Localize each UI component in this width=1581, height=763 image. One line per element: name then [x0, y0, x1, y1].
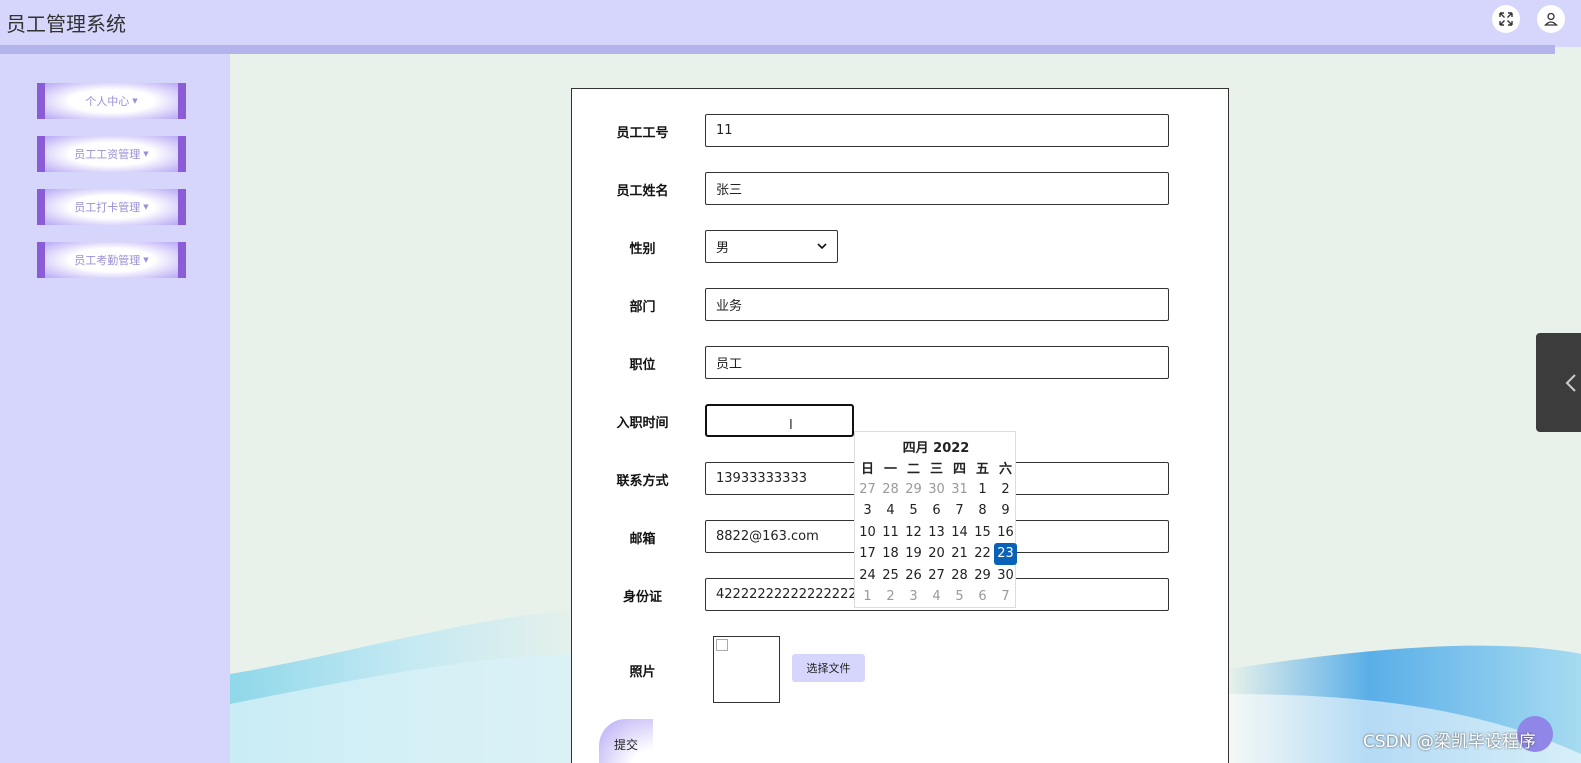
calendar-day[interactable]: 30 — [994, 565, 1017, 587]
watermark: CSDN @梁凯毕设程序 — [1363, 732, 1536, 752]
submit-button[interactable]: 提交 — [599, 719, 653, 763]
sidebar-item-label: 员工考勤管理 — [74, 254, 141, 267]
calendar-day[interactable]: 1 — [856, 586, 879, 608]
chevron-down-icon — [817, 243, 827, 250]
choose-file-button[interactable]: 选择文件 — [792, 654, 865, 682]
calendar-day[interactable]: 2 — [994, 479, 1017, 501]
caret-down-icon: ▼ — [143, 150, 149, 158]
calendar-day[interactable]: 4 — [879, 500, 902, 522]
calendar-day[interactable]: 5 — [902, 500, 925, 522]
calendar-day[interactable]: 12 — [902, 522, 925, 544]
calendar-weekday: 四 — [952, 462, 966, 478]
calendar-day[interactable]: 13 — [925, 522, 948, 544]
position-input[interactable]: 员工 — [705, 346, 1169, 379]
emp-no-input[interactable]: 11 — [705, 114, 1169, 147]
expand-icon[interactable] — [1492, 5, 1520, 33]
calendar-day[interactable]: 29 — [902, 479, 925, 501]
sidebar-item-salary[interactable]: 员工工资管理 ▼ — [37, 136, 186, 172]
calendar-day[interactable]: 26 — [902, 565, 925, 587]
calendar-day[interactable]: 4 — [925, 586, 948, 608]
employee-form: 员工工号 11 员工姓名 张三 性别 男 部门 业务 职位 员工 入职时间 I … — [571, 88, 1229, 763]
calendar-day[interactable]: 30 — [925, 479, 948, 501]
calendar-day[interactable]: 7 — [994, 586, 1017, 608]
label-phone: 联系方式 — [616, 474, 669, 489]
calendar-weekday: 日 — [860, 462, 874, 478]
sidebar-item-attendance[interactable]: 员工考勤管理 ▼ — [37, 242, 186, 278]
sidebar-item-label: 员工打卡管理 — [74, 201, 141, 214]
calendar-day[interactable]: 27 — [856, 479, 879, 501]
calendar-day[interactable]: 6 — [925, 500, 948, 522]
calendar-day[interactable]: 27 — [925, 565, 948, 587]
department-input[interactable]: 业务 — [705, 288, 1169, 321]
calendar-day[interactable]: 11 — [879, 522, 902, 544]
calendar-weekday: 六 — [998, 462, 1012, 478]
sidebar-item-label: 员工工资管理 — [74, 148, 141, 161]
calendar-day[interactable]: 2 — [879, 586, 902, 608]
label-photo: 照片 — [629, 665, 656, 680]
calendar-day[interactable]: 10 — [856, 522, 879, 544]
label-position: 职位 — [629, 358, 656, 373]
calendar-month-title: 四月 2022 — [902, 441, 970, 456]
calendar-day[interactable]: 3 — [856, 500, 879, 522]
calendar-day[interactable]: 28 — [948, 565, 971, 587]
calendar-day[interactable]: 29 — [971, 565, 994, 587]
calendar-day[interactable]: 15 — [971, 522, 994, 544]
gender-value: 男 — [716, 241, 730, 256]
caret-down-icon: ▼ — [143, 203, 149, 211]
name-input[interactable]: 张三 — [705, 172, 1169, 205]
calendar-day[interactable]: 1 — [971, 479, 994, 501]
label-hire-date: 入职时间 — [616, 416, 669, 431]
caret-down-icon: ▼ — [143, 256, 149, 264]
caret-down-icon: ▼ — [132, 97, 138, 105]
photo-preview — [713, 636, 780, 703]
sidebar: 个人中心 ▼ 员工工资管理 ▼ 员工打卡管理 ▼ 员工考勤管理 ▼ — [0, 54, 230, 763]
calendar-day[interactable]: 17 — [856, 543, 879, 565]
chevron-left-icon — [1565, 373, 1576, 392]
calendar-weekday: 一 — [883, 462, 897, 478]
label-gender: 性别 — [629, 242, 656, 257]
sidebar-item-clock-in[interactable]: 员工打卡管理 ▼ — [37, 189, 186, 225]
label-name: 员工姓名 — [616, 184, 669, 199]
calendar-day[interactable]: 3 — [902, 586, 925, 608]
calendar-weekday: 五 — [975, 462, 989, 478]
calendar-day[interactable]: 22 — [971, 543, 994, 565]
calendar-weekday: 三 — [929, 462, 943, 478]
hire-date-input[interactable]: I — [705, 404, 854, 437]
gender-select[interactable]: 男 — [705, 230, 838, 263]
sidebar-item-label: 个人中心 — [85, 95, 130, 108]
calendar-day[interactable]: 24 — [856, 565, 879, 587]
calendar-day[interactable]: 28 — [879, 479, 902, 501]
calendar-day[interactable]: 16 — [994, 522, 1017, 544]
calendar-day[interactable]: 8 — [971, 500, 994, 522]
calendar-day[interactable]: 23 — [994, 543, 1017, 565]
label-email: 邮箱 — [629, 532, 656, 547]
top-bar-divider — [0, 45, 1555, 54]
broken-image-icon — [716, 639, 728, 651]
calendar-day[interactable]: 7 — [948, 500, 971, 522]
calendar-day[interactable]: 25 — [879, 565, 902, 587]
calendar-day[interactable]: 20 — [925, 543, 948, 565]
label-department: 部门 — [629, 300, 656, 315]
calendar-day[interactable]: 5 — [948, 586, 971, 608]
user-icon[interactable] — [1537, 5, 1565, 33]
calendar-day[interactable]: 6 — [971, 586, 994, 608]
label-id-card: 身份证 — [622, 590, 662, 605]
calendar-day[interactable]: 21 — [948, 543, 971, 565]
label-emp-no: 员工工号 — [616, 126, 669, 141]
calendar-weekday: 二 — [906, 462, 920, 478]
text-cursor-icon: I — [789, 418, 793, 433]
calendar-day[interactable]: 18 — [879, 543, 902, 565]
app-title: 员工管理系统 — [6, 12, 126, 36]
sidebar-item-personal-center[interactable]: 个人中心 ▼ — [37, 83, 186, 119]
calendar-day[interactable]: 19 — [902, 543, 925, 565]
calendar-day[interactable]: 14 — [948, 522, 971, 544]
date-picker-popup: 四月 2022 日一二三四五六 27 28 29 30 31 1 2 3 4 5 6 7 8 9 10 11 12… — [854, 431, 1017, 608]
calendar-day[interactable]: 31 — [948, 479, 971, 501]
side-collapse-handle[interactable] — [1536, 333, 1581, 432]
calendar-grid: 日一二三四五六 27 28 29 30 31 1 2 3 4 5 6 7 8 9 10 11 12 13 14 15 16… — [856, 457, 1017, 608]
top-bar: 员工管理系统 — [0, 0, 1581, 47]
calendar-day[interactable]: 9 — [994, 500, 1017, 522]
